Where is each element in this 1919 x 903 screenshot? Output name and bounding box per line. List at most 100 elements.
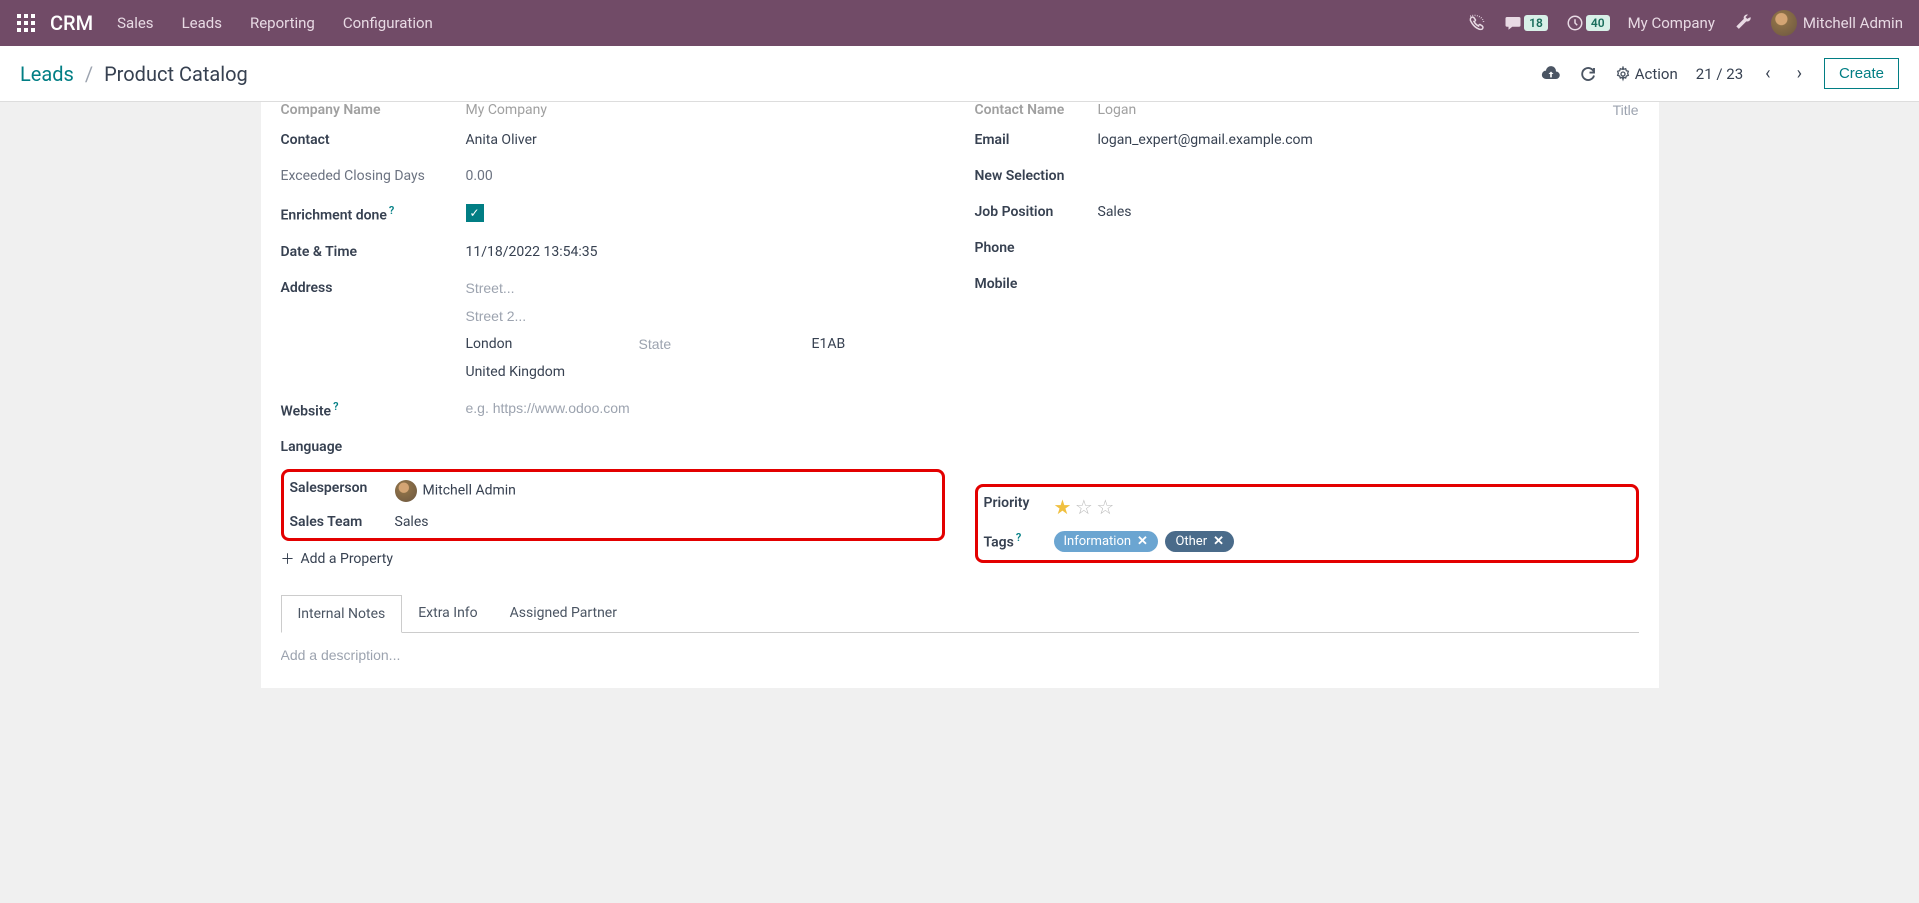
row-job-position: Job Position Sales [975, 194, 1639, 230]
messages-badge: 18 [1524, 15, 1548, 31]
pager-total: 23 [1726, 65, 1743, 83]
user-name: Mitchell Admin [1803, 14, 1903, 32]
value-datetime[interactable]: 11/18/2022 13:54:35 [466, 244, 945, 260]
row-language: Language [281, 429, 945, 465]
discard-icon[interactable] [1579, 65, 1597, 83]
pager[interactable]: 21 / 23 [1696, 65, 1743, 83]
action-button[interactable]: Action [1615, 65, 1678, 83]
create-button[interactable]: Create [1824, 58, 1899, 89]
nav-reporting[interactable]: Reporting [250, 14, 315, 32]
user-menu[interactable]: Mitchell Admin [1771, 10, 1903, 36]
checkbox-icon[interactable]: ✓ [466, 204, 484, 222]
label-job-position: Job Position [975, 204, 1098, 220]
value-contact-name[interactable]: Logan [1098, 102, 1559, 118]
label-email: Email [975, 132, 1098, 148]
pager-next[interactable]: › [1793, 63, 1806, 84]
row-salesperson: Salesperson Mitchell Admin [290, 474, 936, 508]
value-tags[interactable]: Information✕ Other✕ [1054, 531, 1630, 552]
company-switcher[interactable]: My Company [1628, 14, 1715, 32]
tab-extra-info[interactable]: Extra Info [402, 595, 493, 632]
main-area[interactable]: Company Name My Company Contact Anita Ol… [0, 102, 1919, 901]
pager-prev[interactable]: ‹ [1761, 63, 1774, 84]
tabs: Internal Notes Extra Info Assigned Partn… [281, 595, 1639, 633]
tag-information[interactable]: Information✕ [1054, 531, 1158, 552]
row-website: Website? [281, 390, 945, 430]
city-state-zip: London E1AB [466, 336, 945, 352]
label-mobile: Mobile [975, 276, 1098, 292]
nav-items: Sales Leads Reporting Configuration [117, 14, 1468, 32]
apps-icon[interactable] [16, 13, 36, 33]
help-enrichment[interactable]: ? [389, 204, 394, 217]
tag-other[interactable]: Other✕ [1165, 531, 1234, 552]
control-bar: Leads / Product Catalog Action 21 / 23 ‹… [0, 46, 1919, 102]
tab-internal-notes[interactable]: Internal Notes [281, 595, 403, 633]
star-2-icon[interactable]: ☆ [1075, 495, 1093, 519]
phone-icon[interactable] [1468, 14, 1486, 32]
label-tags: Tags? [984, 531, 1054, 551]
help-tags[interactable]: ? [1016, 531, 1021, 544]
cloud-save-icon[interactable] [1541, 64, 1561, 84]
star-1-icon[interactable]: ★ [1054, 495, 1072, 519]
notes-area [281, 647, 1639, 664]
row-exceeded: Exceeded Closing Days 0.00 [281, 158, 945, 194]
label-contact: Contact [281, 132, 466, 148]
label-language: Language [281, 439, 466, 455]
street2-input[interactable] [466, 308, 945, 324]
row-tags: Tags? Information✕ Other✕ [984, 525, 1630, 558]
add-property-label: Add a Property [301, 551, 393, 567]
row-company-name: Company Name My Company [281, 102, 945, 122]
breadcrumb-sep: / [85, 62, 93, 86]
state-input[interactable] [639, 336, 772, 352]
zip-value[interactable]: E1AB [812, 336, 945, 352]
value-salesteam[interactable]: Sales [395, 514, 936, 530]
value-company-name[interactable]: My Company [466, 102, 945, 118]
highlight-right: Priority ★ ☆ ☆ Tags? Information✕ Other✕ [975, 484, 1639, 563]
form-two-col: Company Name My Company Contact Anita Ol… [281, 102, 1639, 577]
label-datetime: Date & Time [281, 244, 466, 260]
country-value[interactable]: United Kingdom [466, 364, 945, 380]
messages-icon[interactable]: 18 [1504, 14, 1548, 32]
value-contact[interactable]: Anita Oliver [466, 132, 945, 148]
row-salesteam: Sales Team Sales [290, 508, 936, 536]
tag-other-remove-icon[interactable]: ✕ [1213, 534, 1224, 549]
street-input[interactable] [466, 280, 945, 296]
pager-current: 21 [1696, 65, 1713, 83]
website-input[interactable] [466, 400, 945, 416]
label-exceeded: Exceeded Closing Days [281, 168, 466, 184]
row-contact: Contact Anita Oliver [281, 122, 945, 158]
city-value[interactable]: London [466, 336, 599, 352]
breadcrumb-current: Product Catalog [104, 62, 248, 86]
add-property-button[interactable]: ＋ Add a Property [281, 541, 945, 577]
label-contact-name: Contact Name [975, 102, 1098, 118]
label-address: Address [281, 280, 466, 296]
label-phone: Phone [975, 240, 1098, 256]
row-contact-name: Contact Name Logan [975, 102, 1639, 122]
activities-icon[interactable]: 40 [1566, 14, 1610, 32]
title-input[interactable] [1559, 102, 1639, 118]
label-website: Website? [281, 400, 466, 420]
help-website[interactable]: ? [333, 400, 338, 413]
row-email: Email logan_expert@gmail.example.com [975, 122, 1639, 158]
label-salesperson: Salesperson [290, 480, 395, 496]
value-email[interactable]: logan_expert@gmail.example.com [1098, 132, 1639, 148]
value-job-position[interactable]: Sales [1098, 204, 1639, 220]
control-right: Action 21 / 23 ‹ › Create [1541, 58, 1899, 89]
nav-configuration[interactable]: Configuration [343, 14, 433, 32]
address-stack: London E1AB United Kingdom [466, 280, 945, 380]
breadcrumb-leads[interactable]: Leads [20, 62, 74, 86]
tag-information-remove-icon[interactable]: ✕ [1137, 534, 1148, 549]
nav-sales[interactable]: Sales [117, 14, 153, 32]
label-company-name: Company Name [281, 102, 466, 118]
nav-leads[interactable]: Leads [182, 14, 222, 32]
row-address: Address London E1AB United Kingdom [281, 270, 945, 390]
value-salesperson[interactable]: Mitchell Admin [395, 480, 936, 502]
tools-icon[interactable] [1733, 13, 1753, 33]
brand[interactable]: CRM [50, 11, 93, 35]
star-3-icon[interactable]: ☆ [1096, 495, 1114, 519]
tab-assigned-partner[interactable]: Assigned Partner [494, 595, 633, 632]
action-label: Action [1635, 65, 1678, 83]
row-mobile: Mobile [975, 266, 1639, 302]
notes-input[interactable] [281, 647, 1639, 663]
value-enrichment[interactable]: ✓ [466, 204, 945, 222]
label-priority: Priority [984, 495, 1054, 511]
